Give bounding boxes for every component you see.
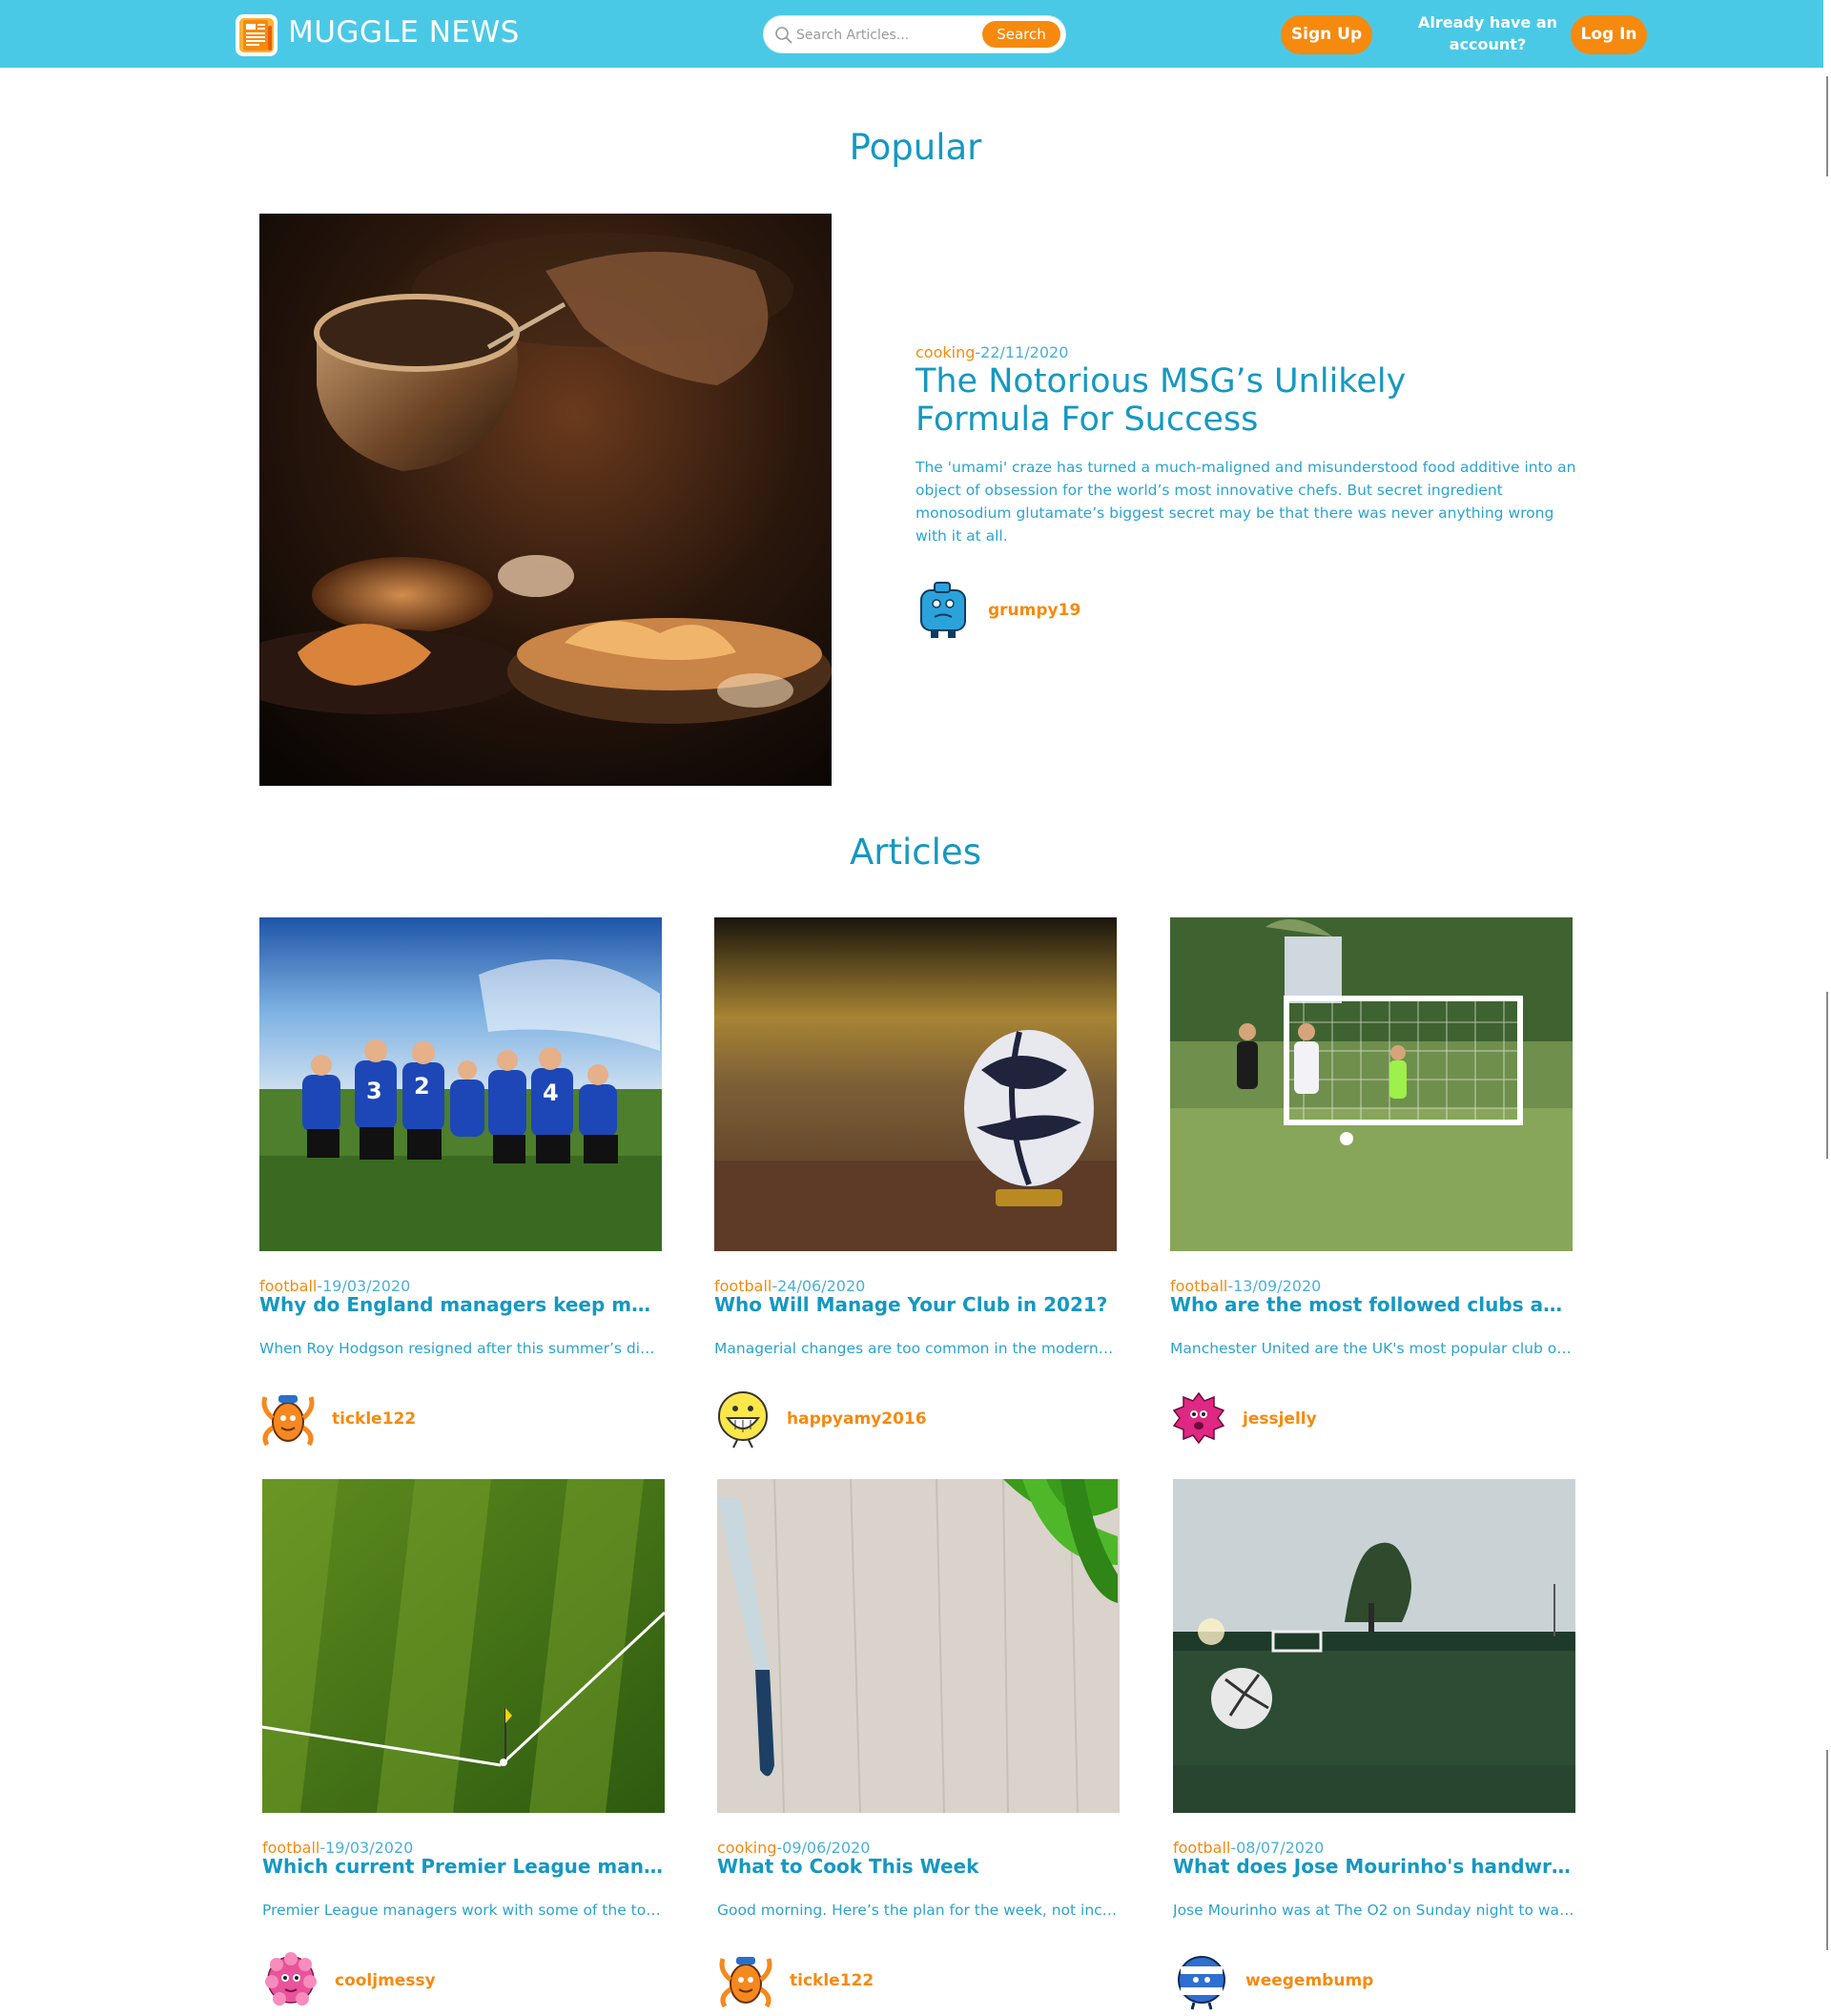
article-image-ball-field[interactable] xyxy=(1173,1479,1575,1813)
tickle-avatar-icon xyxy=(717,1951,774,2010)
article-excerpt: Jose Mourinho was at The O2 on Sunday ni… xyxy=(1173,1902,1575,1919)
article-image-pitch-corner[interactable] xyxy=(262,1479,665,1813)
jelly-avatar-icon xyxy=(1170,1389,1227,1449)
happy-avatar-icon xyxy=(714,1389,771,1449)
popular-meta: cooking-22/11/2020 xyxy=(916,343,1069,361)
grumpy-avatar-icon xyxy=(916,581,973,640)
tickle-avatar-icon xyxy=(259,1389,317,1449)
popular-author-name[interactable]: grumpy19 xyxy=(988,601,1080,620)
popular-heading: Popular xyxy=(849,127,982,168)
messy-avatar-icon xyxy=(262,1951,319,2010)
article-title[interactable]: Who Will Manage Your Club in 2021? xyxy=(714,1293,1117,1316)
popular-article-image[interactable] xyxy=(259,214,832,786)
article-author-name[interactable]: weegembump xyxy=(1245,1971,1373,1990)
svg-text:2: 2 xyxy=(414,1073,430,1100)
popular-title[interactable]: The Notorious MSG’s Unlikely Formula For… xyxy=(916,362,1507,439)
already-have-account-text: Already have an account? xyxy=(1411,11,1564,55)
article-author-name[interactable]: jessjelly xyxy=(1243,1409,1317,1429)
newspaper-logo-icon[interactable] xyxy=(234,10,279,58)
article-title[interactable]: Who are the most followed clubs and play… xyxy=(1170,1293,1573,1316)
log-in-button[interactable]: Log In xyxy=(1571,15,1647,54)
article-image-knife-board[interactable] xyxy=(717,1479,1120,1813)
article-author-name[interactable]: tickle122 xyxy=(332,1409,416,1429)
article-author-name[interactable]: tickle122 xyxy=(790,1971,874,1990)
popular-topic[interactable]: cooking xyxy=(916,343,975,361)
article-image-football-trophy[interactable] xyxy=(714,917,1117,1251)
search-button[interactable]: Search xyxy=(982,21,1060,48)
search-input[interactable] xyxy=(794,23,979,48)
article-title[interactable]: Which current Premier League manager was… xyxy=(262,1855,665,1878)
article-excerpt: Good morning. Here’s the plan for the we… xyxy=(717,1902,1120,1919)
svg-text:3: 3 xyxy=(366,1078,382,1104)
article-title[interactable]: What does Jose Mourinho's handwriting sa… xyxy=(1173,1855,1575,1878)
popular-body: The 'umami' craze has turned a much-mali… xyxy=(916,459,1576,545)
article-author-name[interactable]: happyamy2016 xyxy=(787,1409,927,1429)
popular-date: 22/11/2020 xyxy=(980,343,1069,361)
sign-up-button[interactable]: Sign Up xyxy=(1281,15,1372,54)
already-line-2: account? xyxy=(1449,35,1527,53)
svg-text:4: 4 xyxy=(543,1080,559,1106)
bump-avatar-icon xyxy=(1173,1951,1230,2010)
article-excerpt: When Roy Hodgson resigned after this sum… xyxy=(259,1340,662,1357)
articles-heading: Articles xyxy=(850,832,981,873)
article-excerpt: Premier League managers work with some o… xyxy=(262,1902,665,1919)
brand-name[interactable]: MUGGLE NEWS xyxy=(288,15,520,50)
search-icon xyxy=(774,26,793,45)
page-scrollbar[interactable] xyxy=(1823,0,1831,2016)
article-author-name[interactable]: cooljmessy xyxy=(335,1971,436,1990)
already-line-1: Already have an xyxy=(1417,13,1558,31)
search-bar: Search xyxy=(763,15,1066,53)
article-image-team-huddle[interactable]: 3 2 4 xyxy=(259,917,662,1251)
article-title[interactable]: What to Cook This Week xyxy=(717,1855,1120,1878)
article-image-goal-match[interactable] xyxy=(1170,917,1573,1251)
article-title[interactable]: Why do England managers keep making the … xyxy=(259,1293,662,1316)
article-excerpt: Manchester United are the UK's most popu… xyxy=(1170,1340,1573,1357)
article-excerpt: Managerial changes are too common in the… xyxy=(714,1340,1117,1357)
top-navbar: MUGGLE NEWS Search Sign Up Already have … xyxy=(0,0,1831,68)
